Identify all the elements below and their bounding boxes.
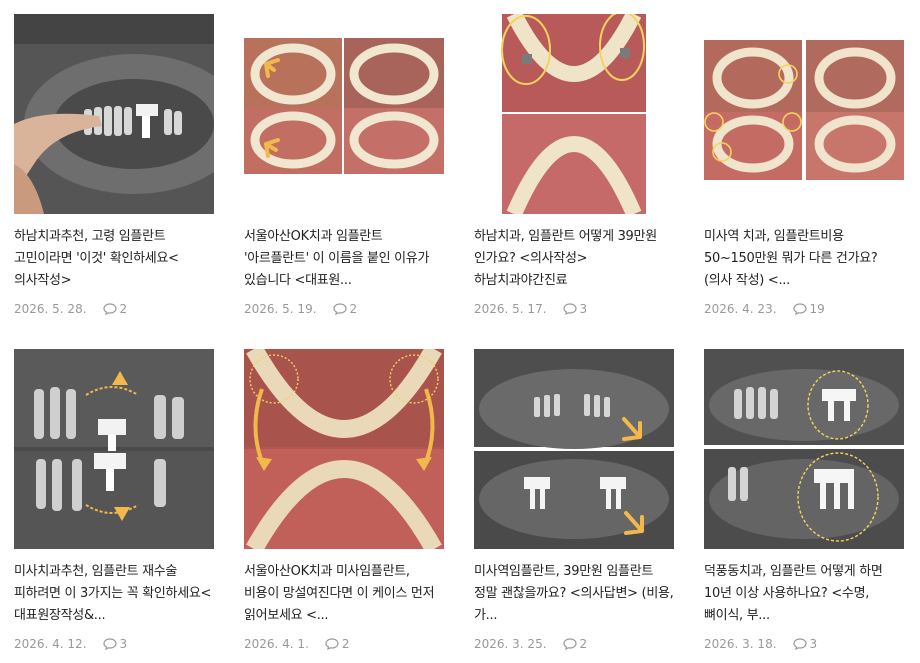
post-date: 2026. 3. 18. bbox=[704, 637, 777, 651]
post-thumbnail[interactable] bbox=[244, 14, 444, 214]
post-title[interactable]: 서울아산OK치과 미사임플란트, 비용이 망설여진다면 이 케이스 먼저 읽어보… bbox=[244, 561, 444, 627]
post-card-5[interactable]: 미사치과추천, 임플란트 재수술 피하려면 이 3가지는 꼭 확인하세요<대표원… bbox=[14, 349, 214, 653]
xray-image bbox=[14, 349, 214, 549]
post-meta: 2026. 3. 25. 2 bbox=[474, 635, 674, 653]
post-meta: 2026. 5. 17. 3 bbox=[474, 300, 674, 318]
comment-count-value: 3 bbox=[579, 302, 588, 316]
post-title[interactable]: 덕풍동치과, 임플란트 어떻게 하면 10년 이상 사용하나요? <수명, 뼈이… bbox=[704, 561, 904, 627]
comment-count-value: 2 bbox=[579, 637, 588, 651]
post-title[interactable]: 하남치과, 임플란트 어떻게 39만원 인가요? <의사작성> 하남치과야간진료 bbox=[474, 226, 674, 292]
post-title[interactable]: 하남치과추천, 고령 임플란트 고민이라면 '이것' 확인하세요<의사작성> bbox=[14, 226, 214, 292]
comment-count[interactable]: 3 bbox=[102, 637, 128, 651]
post-date: 2026. 3. 25. bbox=[474, 637, 547, 651]
post-title[interactable]: 미사역 치과, 임플란트비용 50~150만원 뭐가 다른 건가요? (의사 작… bbox=[704, 226, 904, 292]
comment-count-value: 2 bbox=[341, 637, 350, 651]
panoramic-xray-image bbox=[704, 349, 904, 549]
post-date: 2026. 4. 12. bbox=[14, 637, 87, 651]
post-meta: 2026. 4. 1. 2 bbox=[244, 635, 444, 653]
post-date: 2026. 5. 28. bbox=[14, 302, 87, 316]
post-title[interactable]: 미사치과추천, 임플란트 재수술 피하려면 이 3가지는 꼭 확인하세요<대표원… bbox=[14, 561, 214, 627]
comment-count-value: 2 bbox=[119, 302, 128, 316]
comment-count-value: 19 bbox=[809, 302, 825, 316]
post-meta: 2026. 4. 12. 3 bbox=[14, 635, 214, 653]
post-card-6[interactable]: 서울아산OK치과 미사임플란트, 비용이 망설여진다면 이 케이스 먼저 읽어보… bbox=[244, 349, 444, 653]
panoramic-xray-image bbox=[474, 349, 674, 549]
speech-bubble-icon bbox=[102, 303, 117, 315]
comment-count-value: 3 bbox=[809, 637, 818, 651]
post-meta: 2026. 5. 19. 2 bbox=[244, 300, 444, 318]
post-title[interactable]: 서울아산OK치과 임플란트 '아르플란트' 이 이름을 붙인 이유가 있습니다 … bbox=[244, 226, 444, 292]
comment-count[interactable]: 3 bbox=[562, 302, 588, 316]
dental-arch-photo-image bbox=[474, 14, 674, 214]
speech-bubble-icon bbox=[792, 303, 807, 315]
post-thumbnail[interactable] bbox=[704, 14, 904, 214]
speech-bubble-icon bbox=[562, 638, 577, 650]
comment-count[interactable]: 2 bbox=[332, 302, 358, 316]
post-title[interactable]: 미사역임플란트, 39만원 임플란트 정말 괜찮을까요? <의사답변> (비용,… bbox=[474, 561, 674, 627]
post-meta: 2026. 5. 28. 2 bbox=[14, 300, 214, 318]
post-meta: 2026. 3. 18. 3 bbox=[704, 635, 904, 653]
dental-arch-photo-image bbox=[244, 349, 444, 549]
speech-bubble-icon bbox=[325, 638, 339, 650]
post-card-4[interactable]: 미사역 치과, 임플란트비용 50~150만원 뭐가 다른 건가요? (의사 작… bbox=[704, 14, 904, 318]
speech-bubble-icon bbox=[332, 303, 347, 315]
comment-count[interactable]: 2 bbox=[102, 302, 128, 316]
comment-count-value: 2 bbox=[349, 302, 358, 316]
comment-count[interactable]: 3 bbox=[792, 637, 818, 651]
post-date: 2026. 5. 19. bbox=[244, 302, 317, 316]
post-card-8[interactable]: 덕풍동치과, 임플란트 어떻게 하면 10년 이상 사용하나요? <수명, 뼈이… bbox=[704, 349, 904, 653]
post-meta: 2026. 4. 23. 19 bbox=[704, 300, 904, 318]
dental-arch-photo-image bbox=[704, 14, 904, 214]
post-thumbnail[interactable] bbox=[244, 349, 444, 549]
post-card-2[interactable]: 서울아산OK치과 임플란트 '아르플란트' 이 이름을 붙인 이유가 있습니다 … bbox=[244, 14, 444, 318]
post-thumbnail[interactable] bbox=[474, 349, 674, 549]
post-date: 2026. 4. 1. bbox=[244, 637, 309, 651]
post-date: 2026. 5. 17. bbox=[474, 302, 547, 316]
speech-bubble-icon bbox=[102, 638, 117, 650]
post-card-1[interactable]: 하남치과추천, 고령 임플란트 고민이라면 '이것' 확인하세요<의사작성> 2… bbox=[14, 14, 214, 318]
comment-count[interactable]: 2 bbox=[325, 637, 350, 651]
post-date: 2026. 4. 23. bbox=[704, 302, 777, 316]
post-thumbnail[interactable] bbox=[14, 14, 214, 214]
speech-bubble-icon bbox=[562, 303, 577, 315]
comment-count[interactable]: 19 bbox=[792, 302, 825, 316]
comment-count[interactable]: 2 bbox=[562, 637, 588, 651]
comment-count-value: 3 bbox=[119, 637, 128, 651]
post-thumbnail[interactable] bbox=[704, 349, 904, 549]
post-thumbnail[interactable] bbox=[474, 14, 674, 214]
post-thumbnail[interactable] bbox=[14, 349, 214, 549]
panoramic-xray-image bbox=[14, 14, 214, 214]
post-card-3[interactable]: 하남치과, 임플란트 어떻게 39만원 인가요? <의사작성> 하남치과야간진료… bbox=[474, 14, 674, 318]
speech-bubble-icon bbox=[792, 638, 807, 650]
post-card-7[interactable]: 미사역임플란트, 39만원 임플란트 정말 괜찮을까요? <의사답변> (비용,… bbox=[474, 349, 674, 653]
dental-arch-photo-image bbox=[244, 14, 444, 214]
